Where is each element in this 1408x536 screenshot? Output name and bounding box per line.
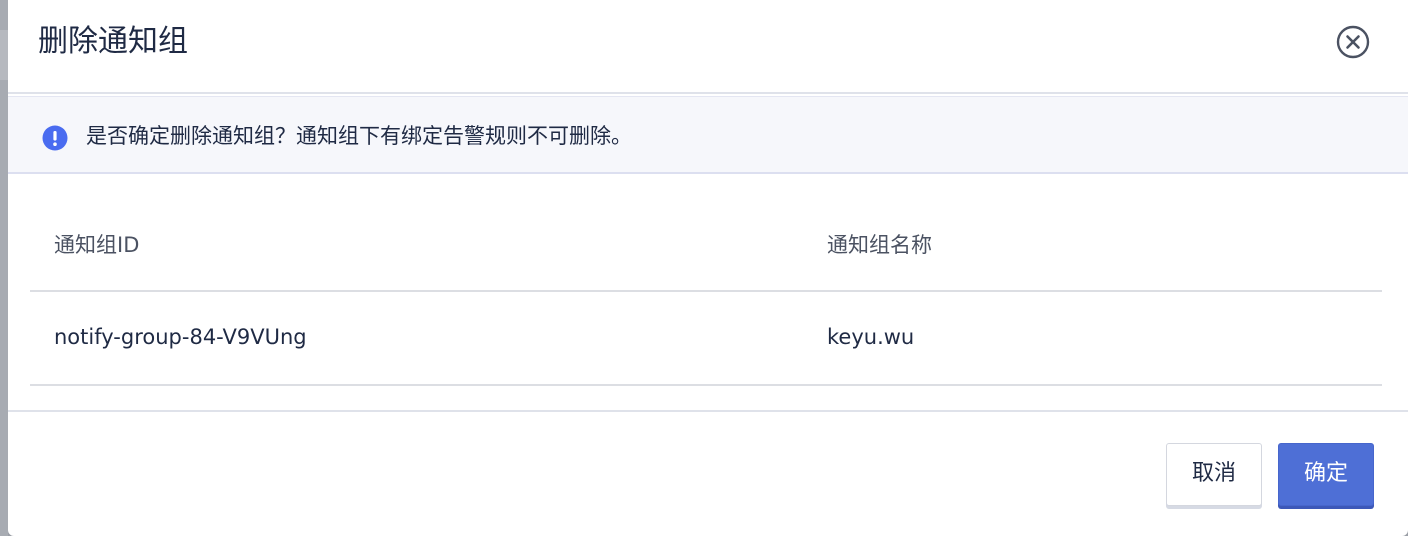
alert-message: 是否确定删除通知组？通知组下有绑定告警规则不可删除。 <box>86 124 632 148</box>
close-button[interactable] <box>1336 25 1370 59</box>
table-row: notify-group-84-V9VUng keyu.wu <box>30 292 1382 386</box>
cell-group-id: notify-group-84-V9VUng <box>54 325 307 349</box>
table-header: 通知组ID 通知组名称 <box>30 196 1382 292</box>
confirm-button[interactable]: 确定 <box>1278 443 1374 506</box>
warning-alert: 是否确定删除通知组？通知组下有绑定告警规则不可删除。 <box>8 96 1408 174</box>
exclamation-circle-icon <box>42 125 68 151</box>
close-circle-icon <box>1336 25 1370 59</box>
dialog-header: 删除通知组 <box>8 0 1408 94</box>
cancel-button[interactable]: 取消 <box>1166 443 1262 506</box>
modal-backdrop <box>0 0 8 536</box>
footer-divider <box>8 410 1408 412</box>
cell-group-name: keyu.wu <box>827 325 915 349</box>
dialog-title: 删除通知组 <box>38 24 188 59</box>
delete-notify-group-dialog: 删除通知组 是否确定删除通知组？通知组下有绑定告警规则不可删除。 通知组ID 通… <box>8 0 1408 536</box>
column-header-id: 通知组ID <box>54 233 140 257</box>
notify-group-table: 通知组ID 通知组名称 notify-group-84-V9VUng keyu.… <box>30 196 1382 386</box>
column-header-name: 通知组名称 <box>827 233 932 257</box>
